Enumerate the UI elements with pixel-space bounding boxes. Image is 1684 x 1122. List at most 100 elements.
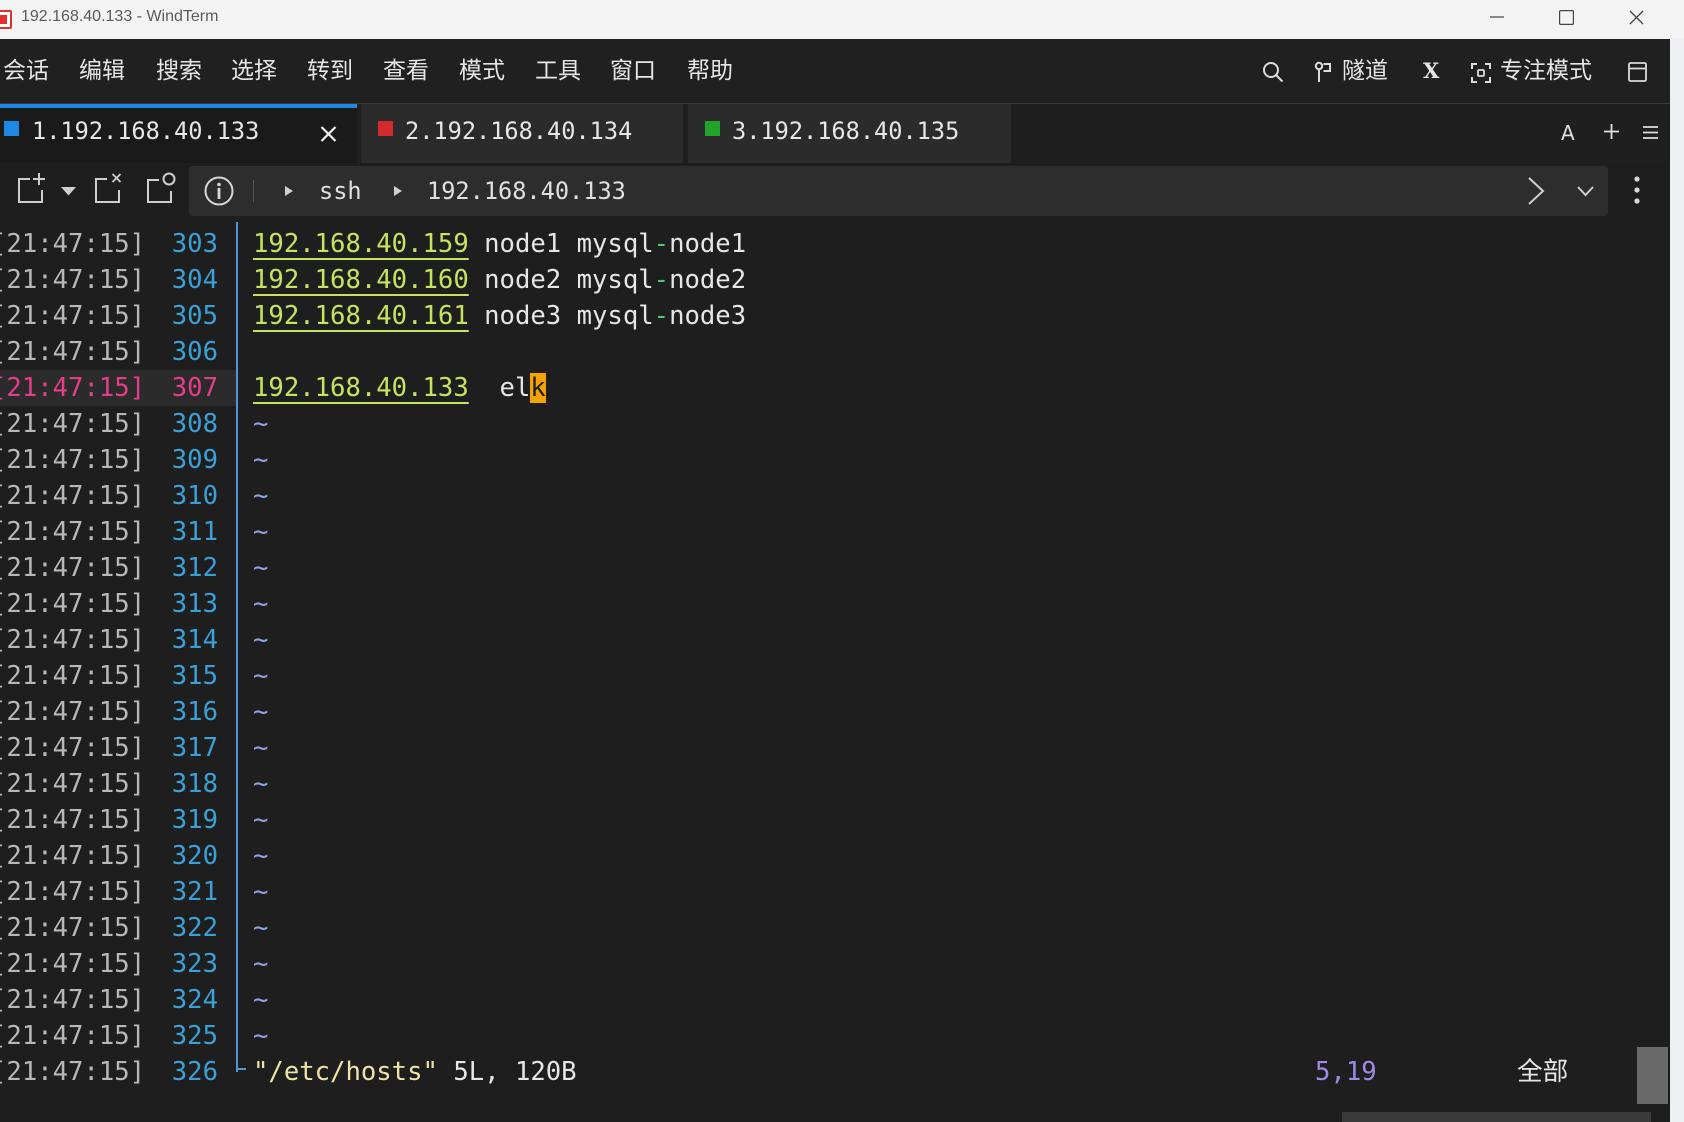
line-timestamp: [21:47:15] [0,229,146,259]
scroll-scope: 全部 [1517,1057,1569,1087]
menu-edit[interactable]: 编辑 [79,56,125,86]
line-number: 308 [171,409,218,439]
terminal-line: [21:47:15] 304 192.168.40.160 node2 mysql-… [0,262,1670,298]
menu-window[interactable]: 窗口 [610,56,656,86]
close-window-button[interactable] [1613,0,1659,34]
terminal-line: [21:47:15] 316 ~ [0,694,1670,730]
duplicate-session-button[interactable] [145,171,177,204]
line-number: 326 [171,1057,218,1087]
line-timestamp: [21:47:15] [0,301,146,331]
maximize-button[interactable] [1543,0,1589,34]
new-session-button[interactable] [16,171,46,204]
breadcrumb-protocol[interactable]: ssh [319,166,362,216]
line-number: 324 [171,985,218,1015]
more-vertical-icon [1634,176,1640,204]
terminal-line: [21:47:15] 306 [0,334,1670,370]
address-bar[interactable]: ssh 192.168.40.133 [189,166,1608,216]
text-segment: 5L, 120B [437,1057,577,1087]
text-segment: node3 [669,301,747,331]
line-content: ~ [253,910,268,946]
menu-help[interactable]: 帮助 [687,56,733,86]
close-session-button[interactable] [93,171,123,204]
new-tab-button[interactable] [1604,124,1619,139]
tab-session-1[interactable]: 1.192.168.40.133 [0,104,357,163]
tab-list-button[interactable] [1643,126,1658,139]
new-session-dropdown[interactable] [61,187,76,196]
vertical-scrollbar-thumb[interactable] [1637,1047,1668,1104]
line-content: ~ [253,730,268,766]
tab-color-marker [378,121,393,136]
line-timestamp: [21:47:15] [0,877,146,907]
line-number: 306 [171,337,218,367]
menu-session[interactable]: 会话 [3,56,49,86]
text-segment: ~ [253,949,269,979]
text-segment: - [653,229,670,259]
menu-search[interactable]: 搜索 [156,56,202,86]
terminal-line: [21:47:15] 321 ~ [0,874,1670,910]
history-dropdown-button[interactable] [1577,185,1594,197]
line-number: 305 [171,301,218,331]
text-segment: ~ [253,877,269,907]
line-timestamp: [21:47:15] [0,1021,146,1051]
line-timestamp: [21:47:15] [0,1057,146,1087]
line-timestamp: [21:47:15] [0,265,146,295]
search-button[interactable] [1262,61,1284,83]
minimize-button[interactable] [1474,0,1520,34]
close-session-icon [95,173,122,203]
plus-icon [1604,124,1619,139]
line-content: ~ [253,442,268,478]
menu-icon [1643,126,1658,139]
tunnel-label[interactable]: 隧道 [1342,56,1388,86]
session-info-button[interactable] [204,176,234,206]
line-number: 310 [171,481,218,511]
line-timestamp: [21:47:15] [0,445,146,475]
line-timestamp: [21:47:15] [0,409,146,439]
text-segment: ~ [253,769,269,799]
terminal-view[interactable]: [21:47:15] 303 192.168.40.159 node1 mysql-… [0,218,1670,1122]
menu-tools[interactable]: 工具 [535,56,581,86]
text-segment: ~ [253,733,269,763]
line-number: 316 [171,697,218,727]
text-segment: ~ [253,445,269,475]
window-edge [1670,39,1684,1122]
menu-mode[interactable]: 模式 [459,56,505,86]
x-button[interactable]: X [1423,56,1439,86]
tab-close-button[interactable] [320,126,337,142]
line-timestamp: [21:47:15] [0,697,146,727]
text-segment: 192.168.40.159 [253,229,469,259]
menu-select[interactable]: 选择 [231,56,277,86]
tab-session-3[interactable]: 3.192.168.40.135 [688,104,1011,163]
tab-session-2[interactable]: 2.192.168.40.134 [361,104,683,163]
focus-mode-button[interactable] [1471,63,1491,83]
line-content: ~ [253,874,268,910]
menu-goto[interactable]: 转到 [307,56,353,86]
line-timestamp: [21:47:15] [0,337,146,367]
forward-button[interactable] [1527,176,1545,206]
text-cursor: k [530,373,546,403]
breadcrumb-host[interactable]: 192.168.40.133 [427,166,626,216]
focus-mode-label[interactable]: 专注模式 [1500,56,1592,86]
text-segment: node1 [669,229,747,259]
panel-toggle-button[interactable] [1628,62,1647,82]
line-timestamp: [21:47:15] [0,805,146,835]
line-timestamp: [21:47:15] [0,373,146,403]
line-number: 311 [171,517,218,547]
text-segment: node2 mysql [468,265,654,295]
line-content: ~ [253,622,268,658]
line-content: ~ [253,478,268,514]
close-icon [1629,10,1643,24]
text-segment: ~ [253,805,269,835]
line-number: 304 [171,265,218,295]
line-timestamp: [21:47:15] [0,733,146,763]
horizontal-scrollbar-thumb[interactable] [1342,1112,1651,1122]
text-segment: ~ [253,589,269,619]
more-options-button[interactable] [1633,175,1641,205]
line-content: 192.168.40.160 node2 mysql-node2 [253,262,746,298]
font-size-button[interactable]: A [1561,118,1575,148]
menu-view[interactable]: 查看 [383,56,429,86]
gutter-separator [236,222,238,1072]
text-segment: ~ [253,985,269,1015]
tab-color-marker [4,121,19,136]
title-bar[interactable]: 192.168.40.133 - WindTerm [0,0,1684,39]
tunnel-button[interactable] [1314,61,1332,83]
